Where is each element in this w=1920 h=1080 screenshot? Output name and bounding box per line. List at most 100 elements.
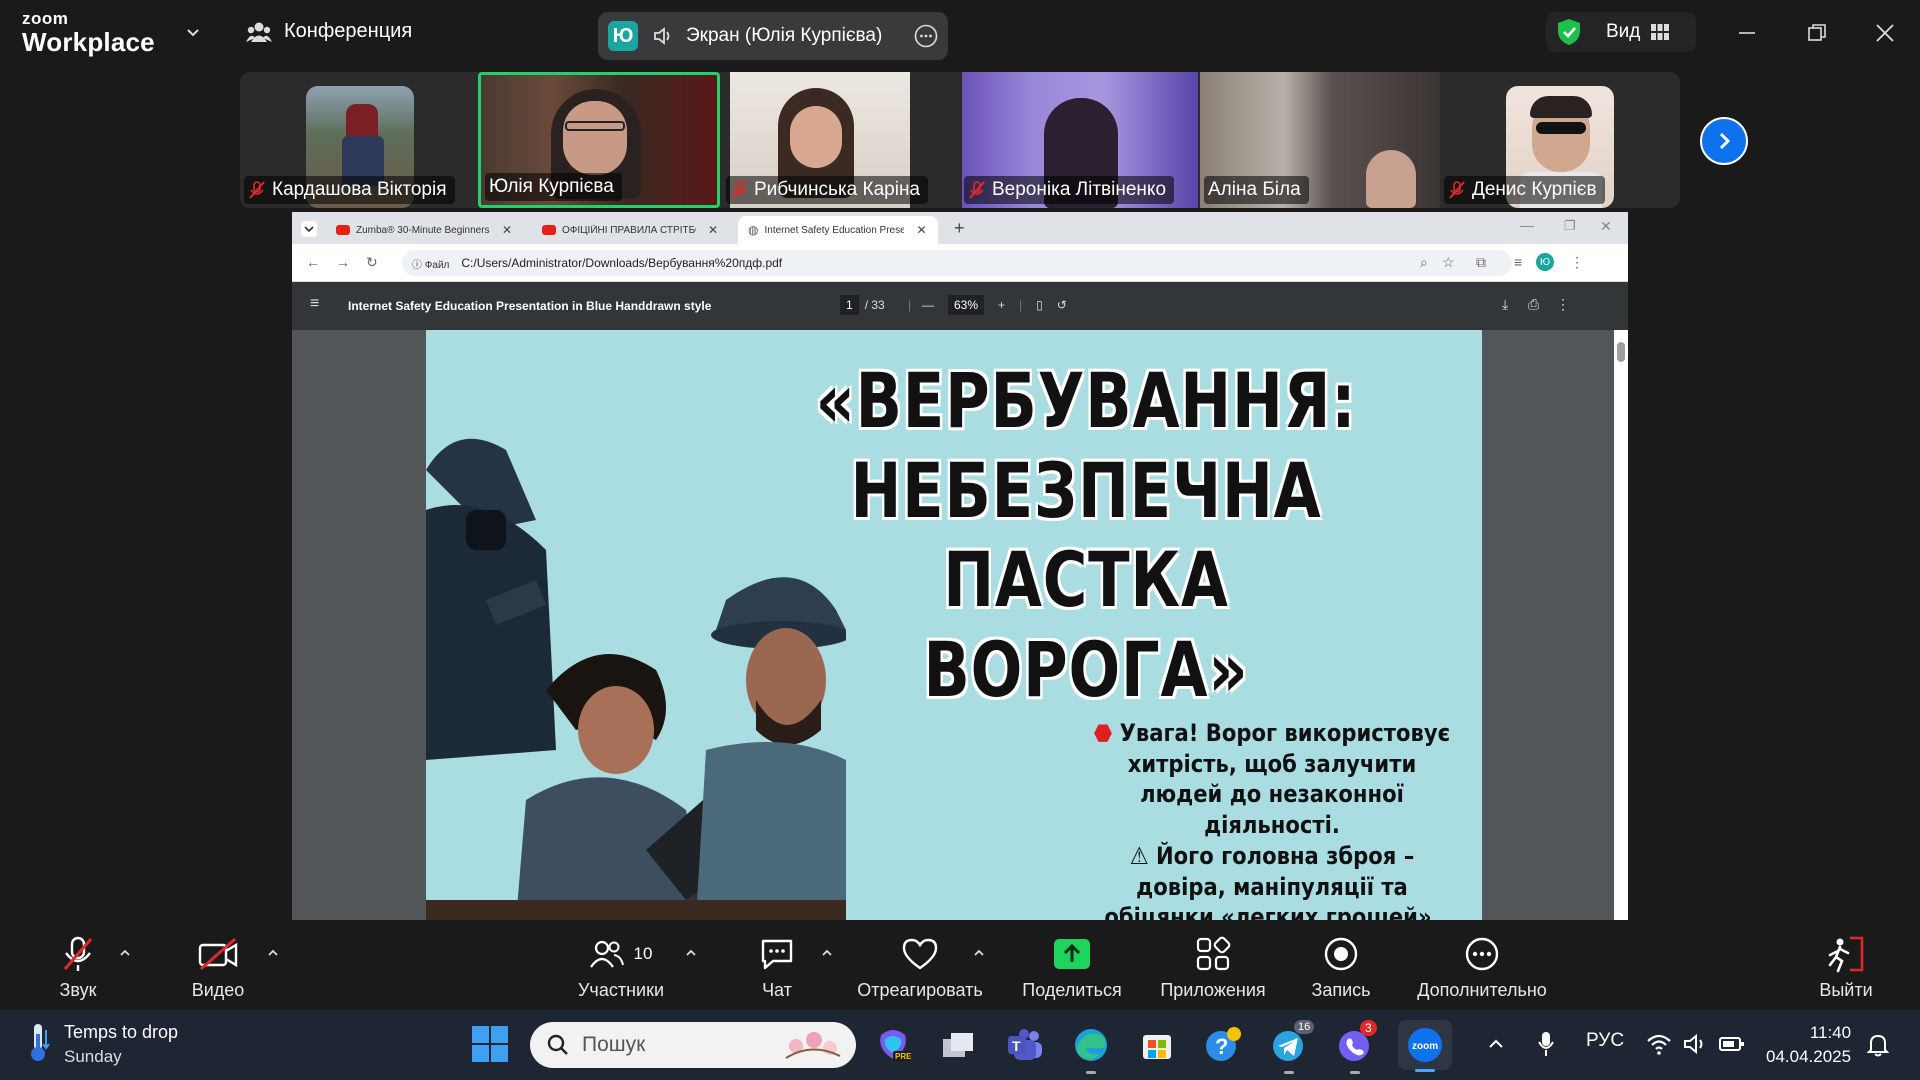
reload-icon[interactable]: ↻ [366, 254, 378, 271]
help-app-icon[interactable]: ? [1202, 1024, 1244, 1066]
slide-title-line: «ВЕРБУВАННЯ: [815, 356, 1357, 445]
back-icon[interactable]: ← [306, 254, 320, 270]
tab-close-icon[interactable]: ✕ [502, 223, 512, 237]
chat-button[interactable]: Чат [752, 920, 802, 1010]
speaker-icon[interactable] [652, 25, 674, 47]
forward-icon[interactable]: → [336, 254, 350, 270]
audio-options-caret-icon[interactable] [118, 946, 132, 960]
screen-share-indicator[interactable]: Ю Экран (Юлія Курпієва) [598, 12, 948, 60]
minimize-icon[interactable] [1732, 18, 1762, 48]
weather-widget[interactable]: Temps to drop Sunday [26, 1022, 178, 1067]
next-page-button[interactable] [1700, 117, 1748, 165]
telegram-icon[interactable]: 16 [1268, 1020, 1315, 1074]
url-field[interactable]: ⓘ Файл C:/Users/Administrator/Downloads/… [402, 250, 1512, 276]
video-button[interactable]: Видео [186, 920, 250, 1010]
bookmark-star-icon[interactable]: ☆ [1442, 254, 1455, 271]
scrollbar-thumb[interactable] [1617, 342, 1625, 362]
browser-maximize-icon[interactable]: ❐ [1564, 218, 1576, 234]
tab-search-icon[interactable] [300, 220, 318, 238]
wifi-icon[interactable] [1646, 1032, 1672, 1056]
url-text: C:/Users/Administrator/Downloads/Вербува… [461, 256, 783, 270]
browser-close-icon[interactable]: ✕ [1600, 218, 1612, 235]
participant-tile[interactable]: Кардашова Вікторія [240, 72, 476, 208]
leave-label: Выйти [1819, 980, 1873, 1000]
share-screen-button[interactable]: Поделиться [1020, 920, 1124, 1010]
record-button[interactable]: Запись [1306, 920, 1376, 1010]
battery-icon[interactable] [1718, 1034, 1746, 1054]
pdf-menu-icon[interactable]: ≡ [310, 295, 319, 313]
view-button[interactable]: Вид [1546, 12, 1696, 52]
conference-button[interactable]: Конференция [246, 20, 412, 43]
participant-tile[interactable]: Рибчинська Каріна [722, 72, 958, 208]
print-icon[interactable]: ⎙ [1528, 296, 1539, 313]
sharer-avatar: Ю [608, 21, 638, 51]
pdf-zoom-input[interactable]: 63% [948, 295, 985, 315]
more-options-icon[interactable] [914, 24, 938, 48]
new-tab-icon[interactable]: + [954, 218, 965, 239]
record-label: Запись [1311, 980, 1371, 1000]
edge-icon[interactable] [1070, 1024, 1112, 1074]
browser-tab[interactable]: ОФІЦІЙНІ ПРАВИЛА СТРІТБОЛУ ✕ [532, 216, 728, 244]
teams-icon[interactable]: T [1004, 1024, 1046, 1066]
profile-avatar[interactable]: Ю [1536, 253, 1554, 271]
copilot-app-icon[interactable]: PRE [872, 1024, 914, 1066]
viber-icon[interactable]: 3 [1334, 1020, 1377, 1074]
participant-tile[interactable]: Денис Курпієв [1440, 72, 1680, 208]
react-options-caret-icon[interactable] [972, 946, 986, 960]
warning-icon: ⚠ [1129, 841, 1149, 870]
volume-icon[interactable] [1682, 1032, 1708, 1056]
language-indicator[interactable]: РУС [1586, 1030, 1624, 1052]
ms-store-icon[interactable] [1136, 1024, 1178, 1066]
file-info-chip[interactable]: ⓘ Файл [412, 256, 449, 271]
browser-tab[interactable]: Zumba® 30-Minute Beginners ✕ [326, 216, 522, 244]
more-label: Дополнительно [1417, 980, 1547, 1000]
system-clock[interactable]: 11:40 04.04.2025 [1766, 1021, 1851, 1069]
pdf-viewport[interactable]: «ВЕРБУВАННЯ: НЕБЕЗПЕЧНА ПАСТКА ВОРОГА» ⬣… [292, 330, 1628, 920]
media-controls-icon[interactable]: ≡ [1514, 254, 1522, 270]
chat-options-caret-icon[interactable] [820, 946, 834, 960]
heart-icon [902, 938, 938, 970]
rotate-icon[interactable]: ↺ [1057, 298, 1067, 312]
audio-button[interactable]: Звук [48, 920, 108, 1010]
participants-button[interactable]: 10 Участники [566, 920, 676, 1010]
microphone-tray-icon[interactable] [1536, 1030, 1556, 1058]
notification-bell-icon[interactable] [1866, 1032, 1890, 1058]
video-options-caret-icon[interactable] [266, 946, 280, 960]
participant-name: Юлія Курпієва [489, 176, 614, 197]
pdf-page-input[interactable]: 1 [840, 295, 859, 315]
close-icon[interactable] [1870, 18, 1900, 48]
zoom-out-icon[interactable]: — [922, 298, 934, 312]
taskbar-search[interactable]: Пошук [530, 1022, 856, 1068]
react-button[interactable]: Отреагировать [852, 920, 988, 1010]
leave-button[interactable]: Выйти [1816, 920, 1876, 1010]
chevron-down-icon[interactable] [184, 24, 202, 42]
zoom-in-icon[interactable]: + [998, 298, 1005, 312]
participant-tile[interactable]: Аліна Біла [1200, 72, 1440, 208]
participant-tile-active[interactable]: Юлія Курпієва [478, 72, 720, 208]
tab-close-icon[interactable]: ✕ [708, 223, 718, 237]
react-label: Отреагировать [857, 980, 983, 1000]
task-view-icon[interactable] [936, 1024, 978, 1066]
tab-close-icon[interactable]: ✕ [916, 223, 926, 237]
windows-start-icon[interactable] [470, 1024, 510, 1064]
pdf-scrollbar[interactable] [1614, 330, 1628, 920]
zoom-app-icon[interactable]: zoom [1398, 1020, 1452, 1072]
security-shield-icon[interactable] [1554, 17, 1584, 47]
participants-options-caret-icon[interactable] [684, 946, 698, 960]
more-button[interactable]: Дополнительно [1412, 920, 1552, 1010]
apps-icon [1196, 936, 1231, 971]
browser-menu-icon[interactable]: ⋮ [1570, 254, 1584, 271]
fit-page-icon[interactable]: ▯ [1036, 298, 1043, 312]
zoom-icon[interactable]: ⌕ [1420, 254, 1428, 271]
apps-button[interactable]: Приложения [1156, 920, 1270, 1010]
conference-label: Конференция [284, 20, 413, 42]
browser-tab-active[interactable]: ◍ Internet Safety Education Prese ✕ [738, 216, 938, 244]
browser-minimize-icon[interactable]: — [1520, 217, 1534, 233]
participant-tile[interactable]: Вероніка Літвіненко [960, 72, 1200, 208]
tray-overflow-icon[interactable] [1486, 1034, 1506, 1054]
download-icon[interactable]: ⤓ [1502, 296, 1508, 313]
extensions-icon[interactable]: ⧉ [1476, 254, 1486, 271]
mic-muted-icon [1449, 181, 1465, 199]
pdf-more-icon[interactable]: ⋮ [1556, 296, 1570, 313]
restore-icon[interactable] [1802, 18, 1832, 48]
